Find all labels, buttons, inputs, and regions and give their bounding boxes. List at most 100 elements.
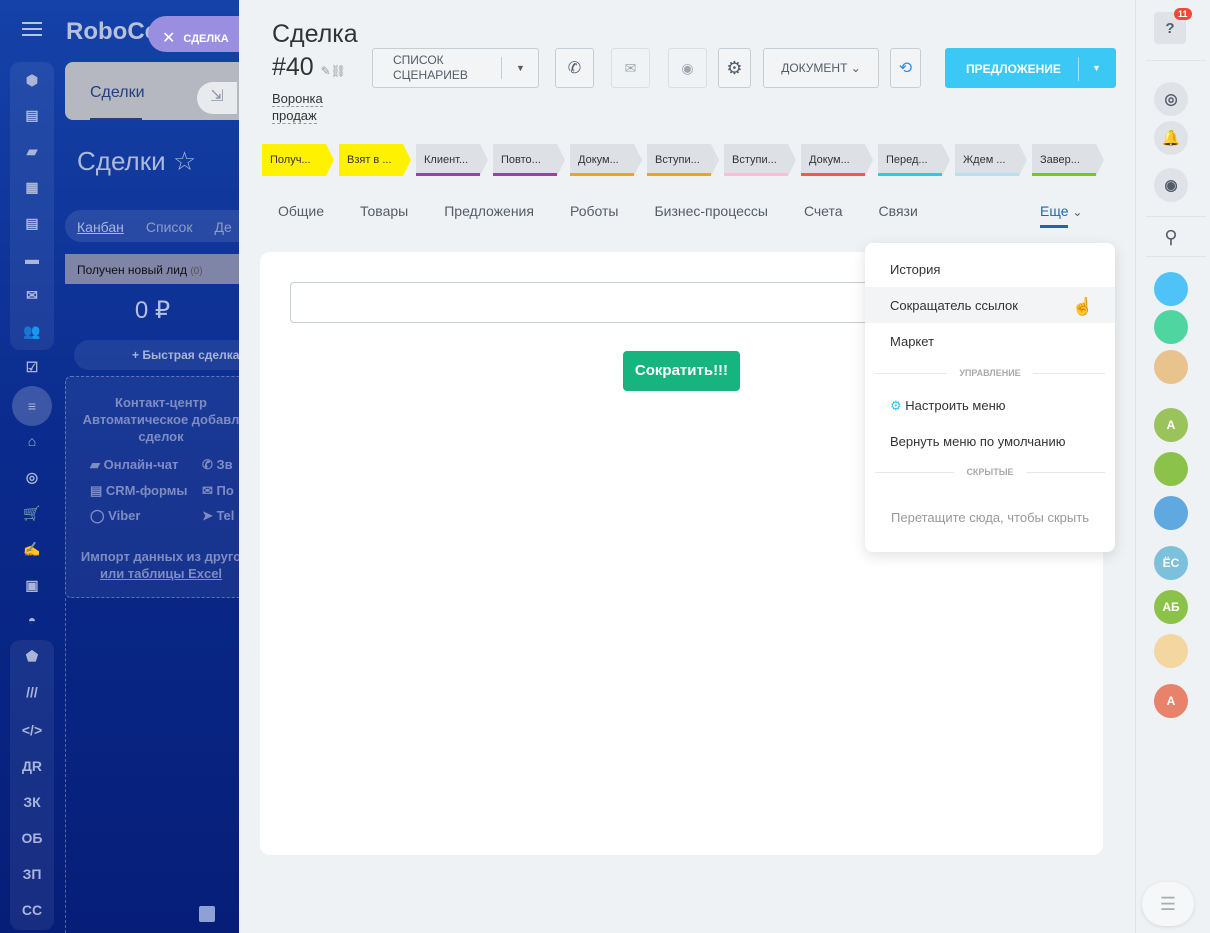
email-icon: ✉ (624, 59, 637, 76)
stage-4[interactable]: Докум... (570, 144, 642, 176)
stage-9[interactable]: Ждем ... (955, 144, 1027, 176)
tab-4[interactable]: Бизнес-процессы (654, 203, 767, 219)
caret-down-icon[interactable]: ▼ (1092, 63, 1101, 73)
box-icon[interactable]: ⬟ (14, 641, 50, 671)
robot-icon[interactable]: ◓ (14, 605, 50, 635)
stage-8[interactable]: Перед... (878, 144, 950, 176)
contact-avatar[interactable]: А (1154, 408, 1188, 442)
chat-icon: ◉ (681, 59, 694, 76)
help-button[interactable]: ? 11 (1154, 8, 1192, 44)
right-sidebar: ? 11 ◎ 🔔 ◉ ⚲ А ЁС АБ А ☰ (1135, 0, 1210, 933)
bg-tab-deals[interactable]: Сделки (90, 84, 145, 102)
feed-icon[interactable]: ▤ (14, 100, 50, 130)
marketing-icon[interactable]: /// (14, 677, 50, 707)
chat-button[interactable]: ◉ (668, 48, 707, 88)
stage-6[interactable]: Вступи... (724, 144, 796, 176)
tab-6[interactable]: Связи (879, 203, 918, 219)
list-icon: ☰ (1159, 894, 1177, 914)
background-page: ⬢ ▤ ▰ ▦ ▤ ▬ ✉ 👥 ☑ ≡ ⌂ ◎ 🛒 ✍ ▣ ◓ ⬟ /// </… (0, 0, 255, 933)
edit-icon[interactable]: ✎ (321, 64, 331, 78)
nav-app-dr[interactable]: ДR (14, 751, 50, 781)
stage-5[interactable]: Вступи... (647, 144, 719, 176)
store-icon[interactable]: ⌂ (14, 426, 50, 456)
scenarios-button[interactable]: СПИСОК СЦЕНАРИЕВ ▼ (372, 48, 539, 88)
contact-avatar[interactable]: ЁС (1154, 546, 1188, 580)
column-sum: 0 ₽ (134, 297, 171, 324)
menu-item-link-shortener[interactable]: Сокращатель ссылок ☝ (865, 287, 1115, 323)
shorten-button[interactable]: Сократить!!! (623, 351, 740, 391)
stage-1[interactable]: Взят в ... (339, 144, 411, 176)
messenger-icon: ◉ (1164, 177, 1178, 194)
sites-icon[interactable]: ⬢ (14, 65, 50, 95)
crm-icon[interactable]: ≡ (12, 386, 52, 426)
menu-icon[interactable] (22, 22, 42, 36)
search-button[interactable]: ⚲ (1154, 220, 1188, 254)
chevron-down-icon: ⌄ (850, 61, 861, 75)
funnel-selector[interactable]: Воронка продаж (272, 90, 323, 124)
view-list[interactable]: Список (146, 219, 193, 235)
settings-button[interactable]: ⚙ (718, 48, 751, 88)
mail-icon[interactable]: ✉ (14, 280, 50, 310)
phone-button[interactable]: ✆ (555, 48, 594, 88)
contact-avatar[interactable] (1154, 452, 1188, 486)
contact-avatar[interactable] (1154, 350, 1188, 384)
contact-avatar[interactable]: А (1154, 684, 1188, 718)
email-button[interactable]: ✉ (611, 48, 650, 88)
quick-deal-button[interactable]: + Быстрая сделка (74, 340, 254, 370)
contact-card-icon[interactable]: ▣ (14, 570, 50, 600)
view-kanban[interactable]: Канбан (77, 219, 124, 235)
nav-app-ob[interactable]: ОБ (14, 823, 50, 853)
contact-avatar[interactable] (1154, 496, 1188, 530)
cart-icon[interactable]: 🛒 (14, 498, 50, 528)
code-icon[interactable]: </> (14, 715, 50, 745)
phone-icon: ✆ (567, 60, 582, 77)
tab-more[interactable]: Еще ⌄ (1040, 203, 1082, 228)
notifications-button[interactable]: 🔔 (1154, 121, 1188, 155)
url-input[interactable] (290, 282, 890, 323)
sign-icon[interactable]: ✍ (14, 534, 50, 564)
menu-item-history[interactable]: История (865, 251, 1115, 287)
stage-7[interactable]: Докум... (801, 144, 873, 176)
list-toggle-button[interactable]: ☰ (1142, 882, 1194, 926)
chat-icon[interactable]: ▰ (14, 136, 50, 166)
document-button[interactable]: ДОКУМЕНТ ⌄ (763, 48, 879, 88)
calendar-icon[interactable]: ▦ (14, 172, 50, 202)
stage-0[interactable]: Получ... (262, 144, 334, 176)
print-icon[interactable] (199, 906, 215, 922)
menu-item-market[interactable]: Маркет (865, 323, 1115, 359)
tab-1[interactable]: Товары (360, 203, 408, 219)
contact-avatar[interactable] (1154, 310, 1188, 344)
groups-icon[interactable]: 👥 (14, 316, 50, 346)
target-icon[interactable]: ◎ (14, 462, 50, 492)
link-icon[interactable]: ⛓ (331, 64, 346, 78)
drive-icon[interactable]: ▬ (14, 244, 50, 274)
close-slider-button[interactable]: ✕ СДЕЛКА (148, 16, 243, 52)
offer-button[interactable]: ПРЕДЛОЖЕНИЕ ▼ (945, 48, 1116, 88)
view-other[interactable]: Де (214, 219, 231, 235)
download-icon[interactable]: ⇲ (197, 82, 237, 114)
openlines-button[interactable]: ◎ (1154, 82, 1188, 116)
tab-2[interactable]: Предложения (444, 203, 534, 219)
contact-avatar[interactable]: АБ (1154, 590, 1188, 624)
caret-down-icon: ▼ (516, 62, 525, 73)
menu-item-reset[interactable]: Вернуть меню по умолчанию (865, 423, 1115, 459)
tab-5[interactable]: Счета (804, 203, 843, 219)
deal-title: Сделка #40 ✎⛓ (272, 20, 358, 81)
nav-app-ss[interactable]: СС (14, 895, 50, 925)
stage-3[interactable]: Повто... (493, 144, 565, 176)
messenger-button[interactable]: ◉ (1154, 168, 1188, 202)
convert-button[interactable]: ⟲ (890, 48, 921, 88)
tab-3[interactable]: Роботы (570, 203, 618, 219)
tab-0[interactable]: Общие (278, 203, 324, 219)
stage-10[interactable]: Завер... (1032, 144, 1104, 176)
menu-item-configure[interactable]: ⚙ Настроить меню (865, 387, 1115, 423)
search-icon: ⚲ (1164, 226, 1178, 247)
brand-logo: RoboCo (66, 18, 160, 45)
contact-avatar[interactable] (1154, 272, 1188, 306)
nav-app-zp[interactable]: ЗП (14, 859, 50, 889)
nav-app-zk[interactable]: ЗК (14, 787, 50, 817)
tasks-icon[interactable]: ☑ (14, 352, 50, 382)
stage-2[interactable]: Клиент... (416, 144, 488, 176)
contact-avatar[interactable] (1154, 634, 1188, 668)
docs-icon[interactable]: ▤ (14, 208, 50, 238)
